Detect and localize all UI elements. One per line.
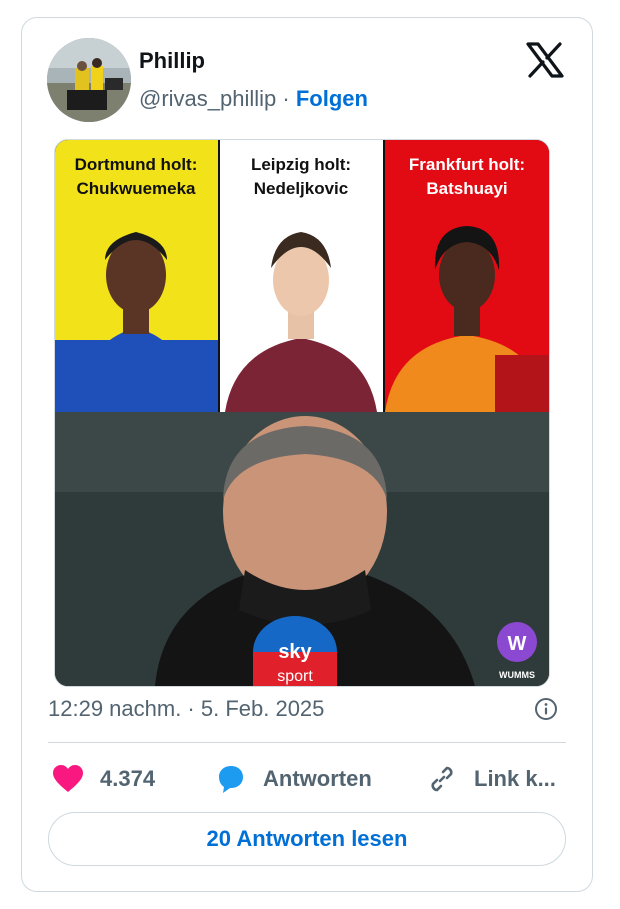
divider: [48, 742, 566, 743]
x-logo-icon[interactable]: [526, 42, 564, 78]
heart-icon: [53, 765, 83, 792]
like-count: 4.374: [100, 766, 156, 791]
read-replies-button[interactable]: 20 Antworten lesen: [48, 812, 566, 866]
avatar[interactable]: [47, 38, 131, 122]
author-handle[interactable]: @rivas_phillip: [139, 86, 276, 111]
panel-2-line1: Leipzig holt:: [251, 155, 351, 174]
microphone-icon: sky sport: [253, 616, 337, 686]
follow-link[interactable]: Folgen: [296, 86, 368, 111]
pundit-photo: sky sport W WUMMS: [55, 412, 549, 686]
separator-dot: ·: [282, 86, 290, 111]
reply-label: Antworten: [263, 766, 372, 791]
mic-label-top: sky: [278, 641, 312, 663]
watermark-text: WUMMS: [499, 670, 535, 680]
copy-link-button[interactable]: Link k...: [426, 762, 556, 796]
like-button[interactable]: 4.374: [52, 762, 155, 796]
link-label: Link k...: [474, 766, 556, 791]
tweet-media-image[interactable]: Dortmund holt: Chukwuemeka Leipzig holt:…: [54, 139, 550, 687]
panel-1-line1: Dortmund holt:: [75, 155, 198, 174]
mic-label-bottom: sport: [277, 668, 313, 685]
panel-leipzig: Leipzig holt: Nedeljkovic: [220, 140, 383, 412]
reply-button[interactable]: Antworten: [215, 762, 372, 796]
wumms-watermark-logo: W WUMMS: [497, 622, 537, 680]
panel-dortmund: Dortmund holt: Chukwuemeka: [55, 140, 218, 412]
panel-2-line2: Nedeljkovic: [254, 179, 349, 198]
info-icon[interactable]: [534, 697, 558, 721]
tweet-timestamp[interactable]: 12:29 nachm. · 5. Feb. 2025: [48, 696, 324, 722]
panel-frankfurt: Frankfurt holt: Batshuayi: [385, 140, 549, 412]
author-handle-row: @rivas_phillip · Folgen: [139, 86, 368, 112]
panel-1-line2: Chukwuemeka: [76, 179, 196, 198]
link-icon: [431, 766, 453, 792]
panel-3-line2: Batshuayi: [426, 179, 507, 198]
panel-3-line1: Frankfurt holt:: [409, 155, 525, 174]
svg-text:W: W: [508, 633, 527, 655]
reply-bubble-icon: [219, 766, 243, 793]
author-name[interactable]: Phillip: [139, 48, 205, 74]
